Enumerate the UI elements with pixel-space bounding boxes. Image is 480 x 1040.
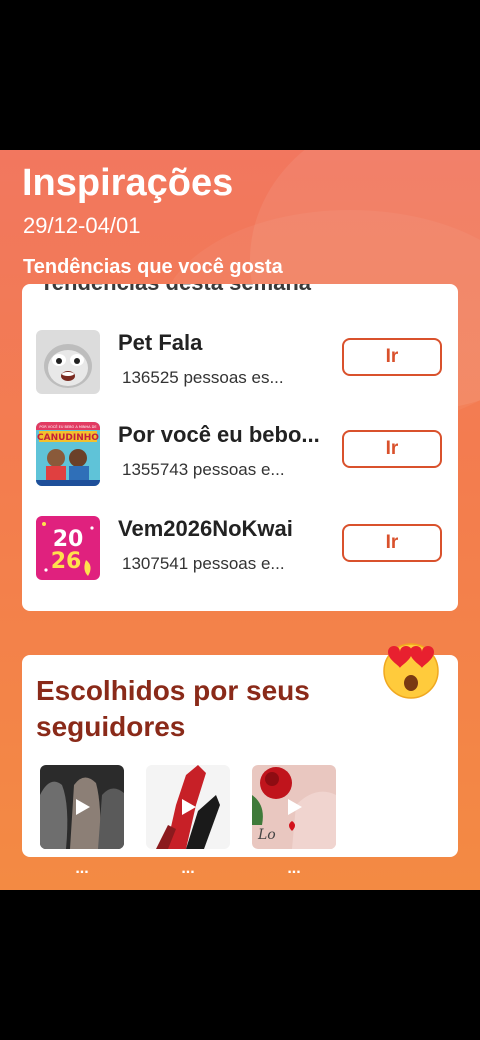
video-thumbnail[interactable] (40, 765, 124, 849)
heart-eyes-emoji (380, 638, 442, 700)
trending-card: Tendências desta semana Pet Fala 136525 … (22, 284, 458, 611)
love-text: Lo (257, 827, 276, 843)
video-label: ... (287, 860, 301, 877)
inspirations-screen: Inspirações 29/12-04/01 Tendências que v… (0, 150, 480, 890)
trend-item[interactable]: POR VOCÊ EU BEBO A MINHA DE CANUDINHO Po… (22, 422, 458, 492)
canudinho-top-text: POR VOCÊ EU BEBO A MINHA DE (39, 424, 96, 429)
trend-count: 1355743 pessoas e... (122, 460, 285, 479)
video-thumbnail[interactable]: Lo (252, 765, 336, 849)
trend-count: 136525 pessoas es... (122, 368, 284, 387)
followers-title: Escolhidos por seus seguidores (36, 675, 310, 742)
cat-face-thumbnail (36, 330, 100, 394)
trend-item[interactable]: Pet Fala 136525 pessoas es... Ir (22, 330, 458, 400)
section-subtitle: Tendências que você gosta (23, 256, 283, 278)
video-thumbnail[interactable] (146, 765, 230, 849)
video-label: ... (75, 860, 89, 877)
go-button[interactable]: Ir (342, 430, 442, 468)
date-range: 29/12-04/01 (23, 213, 141, 238)
trend-name: Pet Fala (118, 330, 203, 355)
page-title: Inspirações (22, 162, 234, 204)
trend-name: Vem2026NoKwai (118, 516, 293, 541)
go-button[interactable]: Ir (342, 524, 442, 562)
canudinho-music-thumbnail: POR VOCÊ EU BEBO A MINHA DE CANUDINHO (36, 422, 100, 486)
canudinho-text: CANUDINHO (37, 433, 99, 443)
trend-count: 1307541 pessoas e... (122, 554, 285, 573)
go-button[interactable]: Ir (342, 338, 442, 376)
trend-name: Por você eu bebo... (118, 422, 320, 447)
2026-thumbnail: 20 26 (36, 516, 100, 580)
video-label: ... (181, 860, 195, 877)
trend-item[interactable]: 20 26 Vem2026NoKwai 1307541 pessoas e...… (22, 516, 458, 586)
trending-heading-cutoff: Tendências desta semana (40, 284, 311, 296)
year-bottom-text: 26 (51, 549, 82, 574)
